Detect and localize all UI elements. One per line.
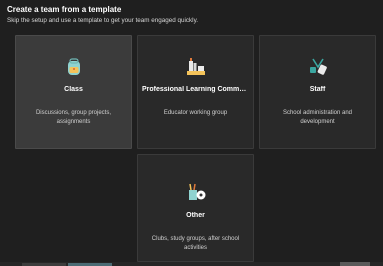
template-title: Other — [186, 212, 205, 219]
pencil-cup-ball-icon — [185, 181, 207, 203]
create-team-dialog: Create a team from a template Skip the s… — [0, 0, 383, 266]
template-description: School administration and development — [282, 110, 353, 125]
template-card-other[interactable]: Other Clubs, study groups, after school … — [137, 154, 254, 262]
template-card-class[interactable]: Class Discussions, group projects, assig… — [15, 35, 132, 149]
bottom-scrollbar[interactable] — [0, 262, 383, 266]
template-title: Professional Learning Communi... — [142, 86, 249, 93]
backpack-icon — [63, 56, 85, 78]
template-description: Educator working group — [163, 110, 228, 116]
template-description: Discussions, group projects, assignments — [35, 110, 112, 125]
template-title: Class — [64, 86, 83, 93]
page-title: Create a team from a template — [7, 5, 122, 14]
scrollbar-segment — [340, 262, 370, 266]
template-title: Staff — [309, 86, 326, 93]
template-card-staff[interactable]: Staff School administration and developm… — [259, 35, 376, 149]
template-description: Clubs, study groups, after school activi… — [151, 236, 240, 251]
page-subtitle: Skip the setup and use a template to get… — [7, 17, 199, 24]
template-card-professional-learning-community[interactable]: Professional Learning Communi... Educato… — [137, 35, 254, 149]
books-pencil-icon — [185, 56, 207, 78]
lanyard-badge-icon — [307, 56, 329, 78]
